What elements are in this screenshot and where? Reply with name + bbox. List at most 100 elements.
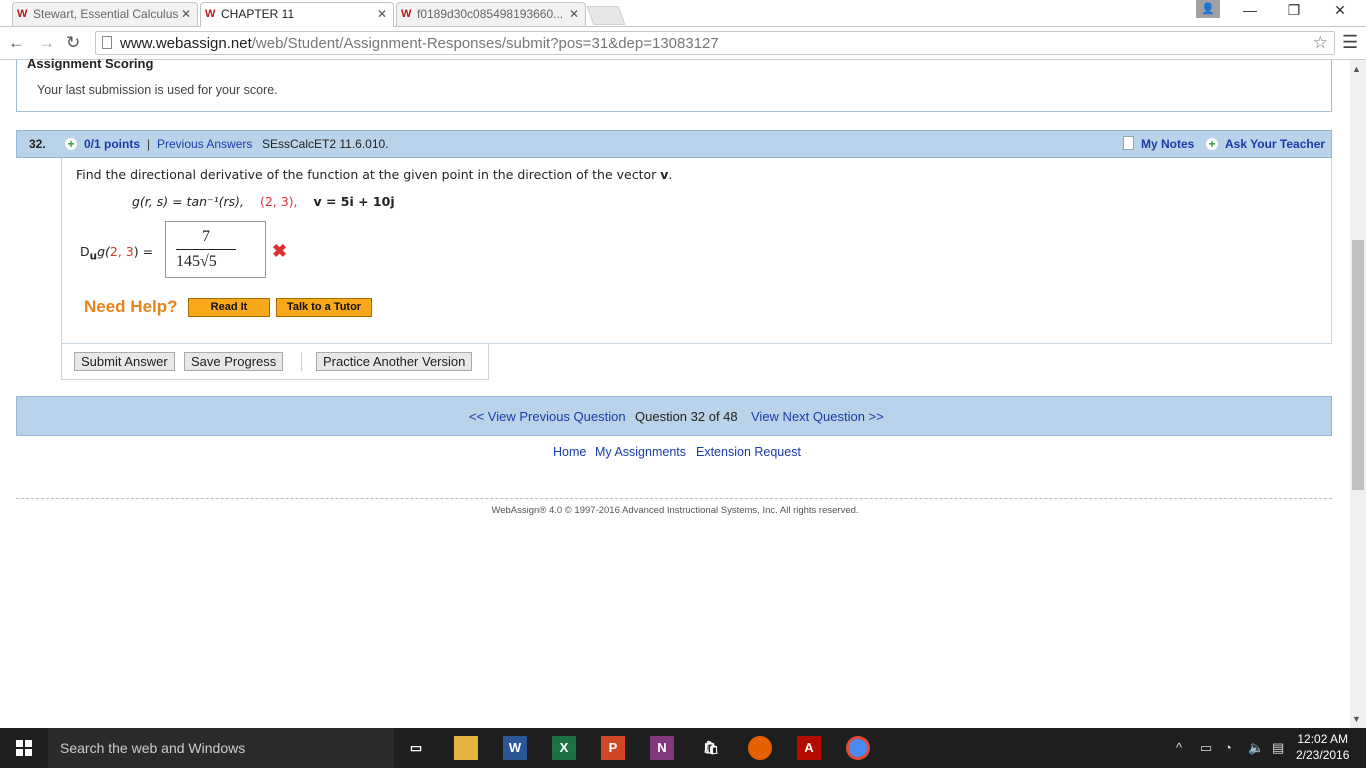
header-separator: |: [147, 137, 151, 151]
label-point: 2, 3: [109, 244, 134, 259]
url-path: /web/Student/Assignment-Responses/submit…: [251, 35, 719, 52]
search-placeholder: Search the web and Windows: [60, 740, 246, 756]
windows-start-icon[interactable]: [16, 740, 32, 756]
answer-input[interactable]: 7 145√5: [165, 221, 266, 278]
word-icon[interactable]: W: [503, 736, 527, 760]
browser-toolbar: ← → ↻ www.webassign.net/web/Student/Assi…: [0, 27, 1366, 60]
firefox-icon[interactable]: [748, 736, 772, 760]
tab-title: CHAPTER 11: [221, 7, 295, 21]
question-navigation-bar: << View Previous Question Question 32 of…: [16, 396, 1332, 436]
window-close-icon[interactable]: ✕: [1318, 2, 1362, 24]
notes-icon[interactable]: [1123, 136, 1134, 150]
tab-stewart[interactable]: W Stewart, Essential Calculus ✕: [12, 2, 198, 26]
minimize-icon[interactable]: —: [1228, 2, 1272, 24]
question-formula: g(r, s) = tan⁻¹(rs), (2, 3), v = 5i + 10…: [132, 194, 395, 209]
tab-title: f0189d30c085498193660...: [417, 7, 564, 21]
clock-time: 12:02 AM: [1297, 732, 1349, 746]
function-expression: g(r, s) = tan⁻¹(rs),: [132, 194, 245, 209]
copyright-text: WebAssign® 4.0 © 1997-2016 Advanced Inst…: [491, 505, 859, 516]
incorrect-x-icon: ✖: [272, 241, 288, 261]
points-link[interactable]: 0/1 points: [84, 137, 140, 151]
url-host: www.webassign.net: [120, 35, 252, 52]
my-assignments-link[interactable]: My Assignments: [595, 445, 686, 459]
webassign-favicon-icon: W: [205, 8, 216, 20]
label-equals: ) =: [133, 244, 154, 259]
battery-icon[interactable]: ▭: [1200, 740, 1212, 756]
tab-title: Stewart, Essential Calculus: [33, 7, 179, 21]
assignment-scoring-title: Assignment Scoring: [27, 56, 154, 71]
taskbar-clock[interactable]: 12:02 AM 2/23/2016: [1296, 731, 1349, 763]
label-g: g(: [97, 244, 110, 259]
reload-icon[interactable]: ↻: [66, 33, 80, 53]
given-point: (2, 3),: [259, 194, 298, 209]
footer-divider: [16, 498, 1332, 499]
scroll-down-icon[interactable]: ▼: [1352, 714, 1361, 724]
file-explorer-icon[interactable]: [454, 736, 478, 760]
question-header: 32. + 0/1 points | Previous Answers SEss…: [16, 130, 1332, 158]
acrobat-icon[interactable]: A: [797, 736, 821, 760]
close-icon[interactable]: ✕: [569, 7, 579, 21]
excel-icon[interactable]: X: [552, 736, 576, 760]
tab-pdf[interactable]: W f0189d30c085498193660... ✕: [396, 2, 586, 26]
home-link[interactable]: Home: [553, 445, 586, 459]
back-icon[interactable]: ←: [8, 33, 25, 53]
plus-circle-icon[interactable]: +: [1206, 138, 1218, 150]
onenote-icon[interactable]: N: [650, 736, 674, 760]
show-hidden-icons-chevron-icon[interactable]: ^: [1176, 740, 1182, 755]
chrome-menu-icon[interactable]: ☰: [1342, 32, 1358, 53]
need-help-label: Need Help?: [84, 297, 178, 316]
question-code: SEssCalcET2 11.6.010.: [262, 137, 389, 151]
practice-another-version-button[interactable]: Practice Another Version: [316, 352, 473, 371]
submit-answer-button[interactable]: Submit Answer: [74, 352, 175, 371]
prompt-text: Find the directional derivative of the f…: [76, 167, 661, 182]
question-prompt: Find the directional derivative of the f…: [76, 167, 672, 182]
answer-denominator: 145√5: [176, 253, 217, 270]
plus-circle-icon[interactable]: +: [65, 138, 77, 150]
view-previous-question-link[interactable]: << View Previous Question: [469, 409, 626, 424]
forward-icon[interactable]: →: [38, 33, 55, 53]
my-notes-link[interactable]: My Notes: [1141, 137, 1194, 151]
read-it-button[interactable]: Read It: [188, 298, 270, 317]
fraction-bar: [176, 249, 236, 250]
previous-answers-link[interactable]: Previous Answers: [157, 137, 252, 151]
question-position: Question 32 of 48: [635, 409, 738, 424]
powerpoint-icon[interactable]: P: [601, 736, 625, 760]
save-progress-button[interactable]: Save Progress: [184, 352, 284, 371]
restore-icon[interactable]: ❐: [1272, 2, 1316, 24]
label-d: D: [80, 244, 90, 259]
prompt-period: .: [668, 167, 673, 182]
webassign-favicon-icon: W: [17, 8, 28, 20]
notifications-icon[interactable]: ▤: [1272, 740, 1284, 756]
answer-label: Dug(2, 3) =: [80, 244, 153, 263]
button-divider: [301, 352, 302, 371]
user-profile-icon[interactable]: 👤: [1196, 0, 1220, 18]
close-icon[interactable]: ✕: [377, 7, 387, 21]
question-number: 32.: [29, 137, 46, 151]
windows-taskbar: Search the web and Windows ▭ W X P N 🛍 A…: [0, 728, 1366, 768]
close-icon[interactable]: ✕: [181, 7, 191, 21]
scroll-up-icon[interactable]: ▲: [1352, 64, 1361, 74]
tab-chapter-11[interactable]: W CHAPTER 11 ✕: [200, 2, 394, 27]
store-icon[interactable]: 🛍: [699, 736, 723, 760]
wifi-icon[interactable]: ◔: [1224, 740, 1232, 755]
task-view-icon[interactable]: ▭: [404, 736, 428, 760]
bookmark-star-icon[interactable]: ☆: [1313, 33, 1328, 53]
label-u: u: [89, 250, 98, 263]
scroll-thumb[interactable]: [1352, 240, 1364, 490]
direction-vector: v = 5i + 10j: [313, 194, 395, 209]
ask-your-teacher-link[interactable]: Ask Your Teacher: [1225, 137, 1325, 151]
webassign-favicon-icon: W: [401, 8, 412, 20]
answer-numerator: 7: [202, 228, 210, 245]
address-bar[interactable]: www.webassign.net/web/Student/Assignment…: [95, 31, 1335, 55]
view-next-question-link[interactable]: View Next Question >>: [751, 409, 884, 424]
talk-to-tutor-button[interactable]: Talk to a Tutor: [276, 298, 372, 317]
tab-strip: W Stewart, Essential Calculus ✕ W CHAPTE…: [0, 0, 1366, 27]
url-text[interactable]: www.webassign.net/web/Student/Assignment…: [120, 35, 719, 52]
page-icon: [102, 36, 112, 49]
chrome-icon[interactable]: [846, 736, 870, 760]
taskbar-search[interactable]: Search the web and Windows: [48, 728, 394, 768]
assignment-scoring-text: Your last submission is used for your sc…: [37, 83, 278, 97]
extension-request-link[interactable]: Extension Request: [696, 445, 801, 459]
new-tab-button[interactable]: [586, 6, 626, 25]
volume-icon[interactable]: 🔈: [1248, 740, 1264, 756]
